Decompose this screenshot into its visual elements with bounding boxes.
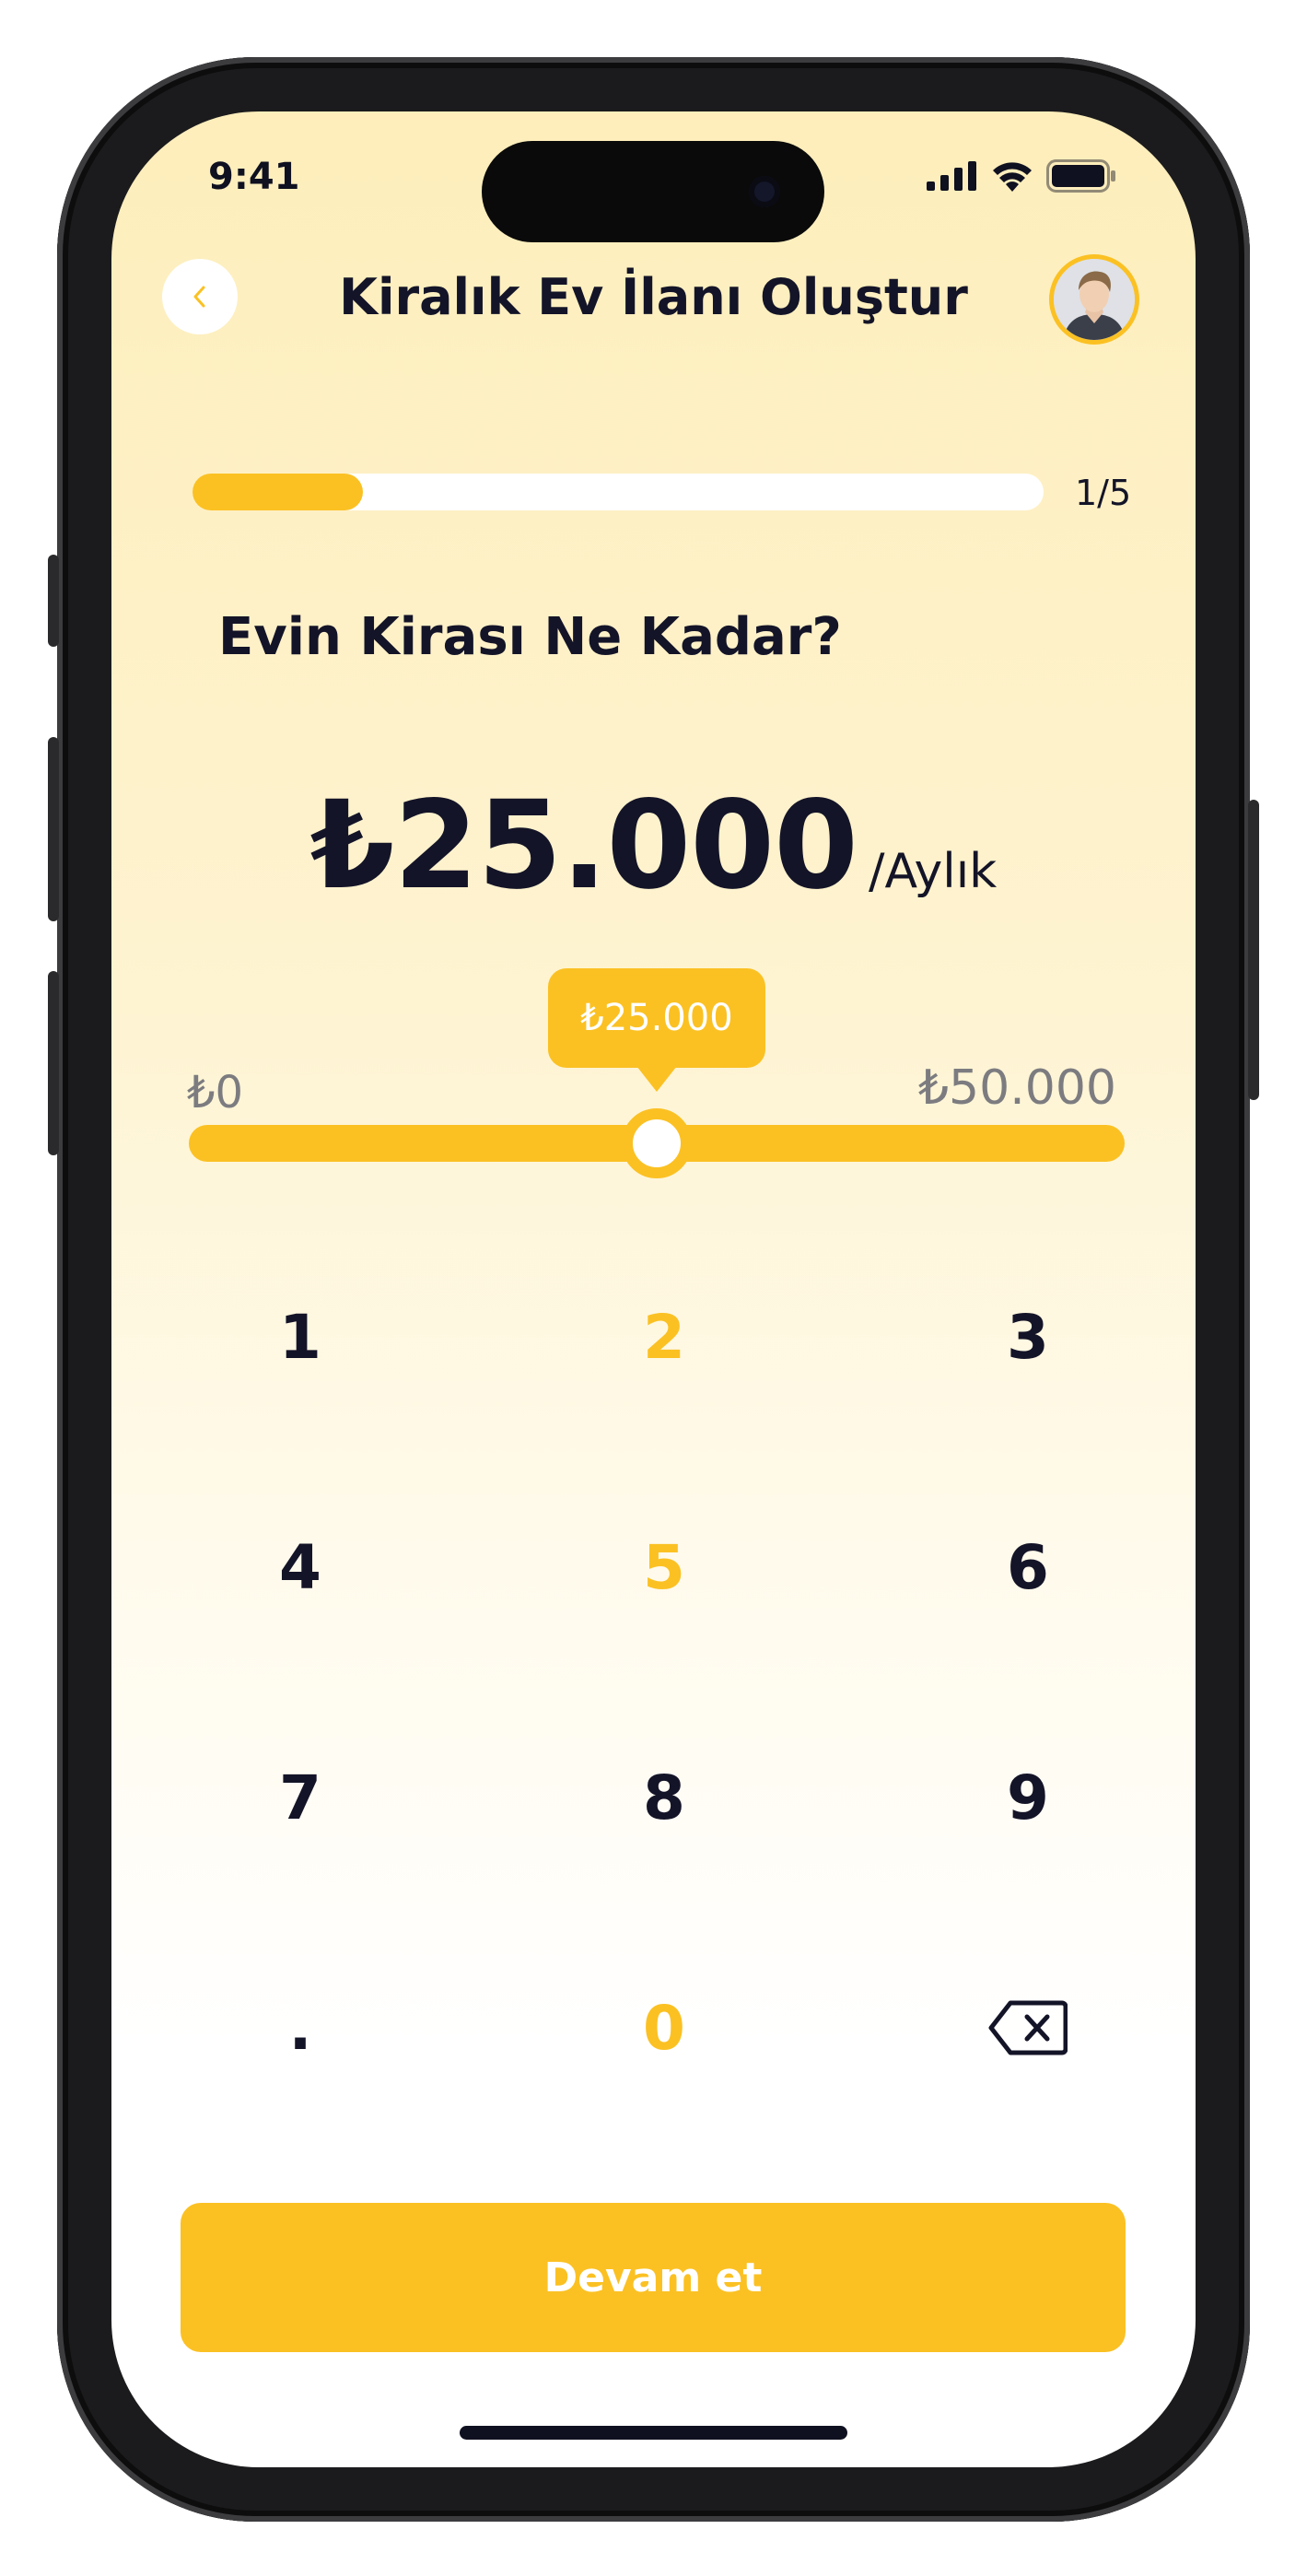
question-heading: Evin Kirası Ne Kadar? xyxy=(218,607,842,667)
price-display: ₺25.000 /Aylık xyxy=(111,775,1196,917)
keypad-key[interactable]: 2 xyxy=(526,1254,802,1420)
price-value: ₺25.000 xyxy=(309,775,858,917)
battery-icon xyxy=(1046,159,1115,193)
progress-bar xyxy=(193,474,1044,510)
chevron-left-icon xyxy=(193,286,205,308)
back-button[interactable] xyxy=(162,259,238,334)
slider-value-tooltip: ₺25.000 xyxy=(548,968,765,1092)
continue-button[interactable]: Devam et xyxy=(181,2203,1126,2352)
keypad-key[interactable]: 5 xyxy=(526,1484,802,1650)
user-avatar-icon xyxy=(1054,259,1135,340)
status-time: 9:41 xyxy=(208,156,300,198)
cellular-signal-icon xyxy=(927,161,976,191)
keypad-key[interactable]: 7 xyxy=(162,1715,438,1880)
price-slider-thumb[interactable] xyxy=(622,1108,692,1178)
progress-fill xyxy=(193,474,363,510)
avatar[interactable] xyxy=(1049,254,1139,345)
progress-step-label: 1/5 xyxy=(1075,473,1132,513)
home-indicator xyxy=(460,2426,847,2440)
backspace-icon xyxy=(988,2000,1068,2055)
keypad-key[interactable]: 8 xyxy=(526,1715,802,1880)
power-button xyxy=(1248,800,1259,1100)
keypad-key[interactable]: 4 xyxy=(162,1484,438,1650)
volume-up-button xyxy=(48,737,59,921)
app-screen: 9:41 Kiralık Ev İlanı Oluştur 1/5 Evin K… xyxy=(111,111,1196,2467)
keypad-key[interactable]: 1 xyxy=(162,1254,438,1420)
camera-icon xyxy=(749,176,780,207)
price-unit: /Aylık xyxy=(868,844,998,899)
keypad-key[interactable]: 6 xyxy=(890,1484,1166,1650)
volume-down-button xyxy=(48,971,59,1155)
keypad-key[interactable]: 3 xyxy=(890,1254,1166,1420)
action-button xyxy=(48,555,59,647)
dynamic-island xyxy=(482,141,824,242)
slider-max-label: ₺50.000 xyxy=(917,1060,1116,1116)
keypad-key[interactable]: 0 xyxy=(526,1945,802,2111)
keypad-key[interactable]: 9 xyxy=(890,1715,1166,1880)
page-title: Kiralık Ev İlanı Oluştur xyxy=(339,268,968,326)
status-icons xyxy=(927,159,1116,193)
keypad-key[interactable]: . xyxy=(162,1945,438,2111)
wifi-icon xyxy=(993,162,1032,192)
backspace-key[interactable] xyxy=(890,1945,1166,2111)
slider-min-label: ₺0 xyxy=(187,1067,244,1118)
